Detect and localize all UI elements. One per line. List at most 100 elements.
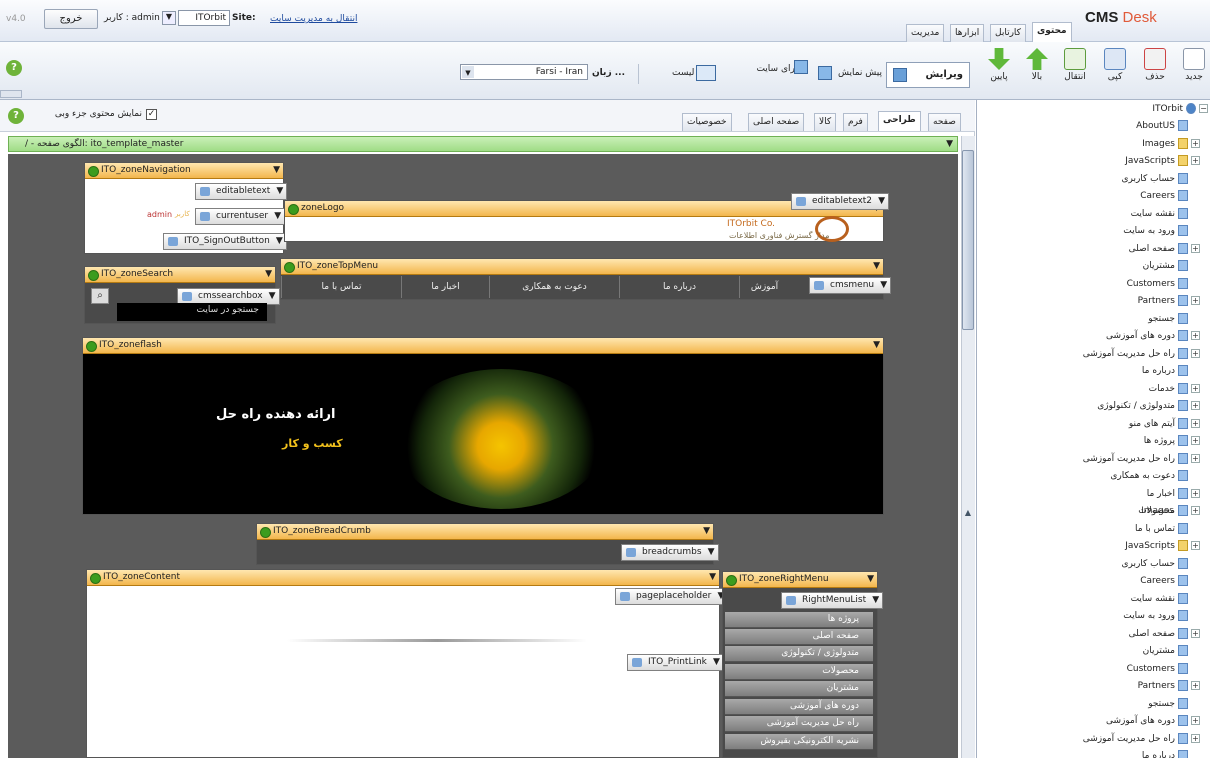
run-site-button[interactable]: اجرای سایت <box>752 60 808 74</box>
tree-node[interactable]: اخبار ما <box>1147 485 1188 503</box>
edit-button[interactable]: ویرایش <box>886 62 970 88</box>
tab-tools[interactable]: ابزارها <box>950 24 985 42</box>
preview-button[interactable]: پیش نمایش <box>818 66 882 80</box>
expand-icon[interactable]: + <box>1191 156 1200 165</box>
tree-node[interactable]: تماس با ما <box>1135 520 1188 538</box>
expand-icon[interactable]: + <box>1191 436 1200 445</box>
expand-icon[interactable]: + <box>1191 488 1200 498</box>
tab-product[interactable]: کالا <box>814 113 837 131</box>
tab-admin[interactable]: مدیریت <box>906 24 945 42</box>
search-icon[interactable]: ⌕ <box>91 288 109 304</box>
site-select[interactable]: ITOrbit <box>178 10 230 26</box>
tree-node[interactable]: راه حل مدیریت آموزشی <box>1083 730 1188 748</box>
expand-icon[interactable]: + <box>1191 733 1200 743</box>
tree-node[interactable]: Customers <box>1127 660 1188 678</box>
webpart-printlink[interactable]: ITO_PrintLink ▼ <box>627 654 724 671</box>
expand-icon[interactable]: + <box>1191 716 1200 725</box>
expand-icon[interactable]: + <box>1191 541 1200 550</box>
expand-icon[interactable]: + <box>1191 138 1200 148</box>
tab-design[interactable]: طراحی <box>878 111 921 131</box>
tree-node[interactable]: ورود به سایت <box>1123 607 1188 625</box>
expand-icon[interactable]: + <box>1191 331 1200 340</box>
tree-node[interactable]: درباره ما <box>1142 362 1188 380</box>
expand-icon[interactable]: + <box>1191 681 1200 690</box>
webpart-breadcrumbs[interactable]: breadcrumbs ▼ <box>621 544 719 561</box>
webpart-editabletext2[interactable]: editabletext2 ▼ <box>791 193 890 210</box>
tab-form[interactable]: فرم <box>843 113 868 131</box>
webpart-cmsmenu[interactable]: cmsmenu ▼ <box>809 277 892 294</box>
tree-node[interactable]: Customers <box>1127 275 1188 293</box>
new-button[interactable]: جدید <box>1180 48 1208 82</box>
right-menu-item[interactable]: نشریه الکترونیکی بقیروش <box>725 734 873 750</box>
tab-properties[interactable]: خصوصیات <box>682 113 732 131</box>
menu-item[interactable]: درباره ما <box>619 276 739 298</box>
webpart-currentuser[interactable]: currentuser ▼ <box>195 208 286 225</box>
logout-button[interactable]: خروج <box>44 9 98 29</box>
tree-node[interactable]: دوره های آموزشی <box>1106 712 1188 730</box>
user-dropdown-icon[interactable]: ▼ <box>162 11 176 25</box>
webpart-signout[interactable]: ITO_SignOutButton ▼ <box>163 233 287 250</box>
tree-root[interactable]: ITOrbit <box>1152 100 1196 118</box>
expand-icon[interactable]: + <box>1191 418 1200 428</box>
scroll-up-icon[interactable]: ▲ <box>962 508 974 520</box>
tree-node[interactable]: راه حل مدیریت آموزشی <box>1083 345 1188 363</box>
tree-node[interactable]: حساب کاربری <box>1121 170 1188 188</box>
webpart-editabletext[interactable]: editabletext ▼ <box>195 183 288 200</box>
expand-icon[interactable]: + <box>1191 628 1200 638</box>
tab-desk[interactable]: کارتابل <box>990 24 1026 42</box>
help-icon[interactable]: ? <box>6 60 22 76</box>
menu-item[interactable]: اخبار ما <box>401 276 489 298</box>
right-menu-item[interactable]: پروژه ها <box>725 612 873 628</box>
language-select[interactable]: Farsi - Iran ▼ <box>460 64 588 80</box>
tree-node[interactable]: مشتریان <box>1143 257 1188 275</box>
expand-icon[interactable]: + <box>1191 401 1200 410</box>
tree-node[interactable]: Careers <box>1140 572 1188 590</box>
help-icon[interactable]: ? <box>8 108 24 124</box>
goto-site-link[interactable]: انتقال به مدیریت سایت <box>270 14 357 24</box>
master-template-bar[interactable]: / - الگوی صفحه: ito_template_master ▼ <box>8 136 958 152</box>
tree-node[interactable]: دوره های آموزشی <box>1106 327 1188 345</box>
tree-node[interactable]: JavaScripts <box>1125 537 1188 555</box>
tree-node[interactable]: راه حل مدیریت آموزشی <box>1083 450 1188 468</box>
right-menu-item[interactable]: صفحه اصلی <box>725 629 873 645</box>
tree-node[interactable]: صفحه اصلی <box>1129 625 1188 643</box>
tree-node[interactable]: Careers <box>1140 187 1188 205</box>
menu-item[interactable]: تماس با ما <box>281 276 401 298</box>
tree-node[interactable]: صفحه اصلی <box>1129 240 1188 258</box>
tree-node[interactable]: پروژه ها <box>1144 432 1188 450</box>
right-menu-item[interactable]: مشتریان <box>725 681 873 697</box>
expand-icon[interactable]: + <box>1191 506 1200 515</box>
tree-node[interactable]: Partners <box>1138 292 1188 310</box>
zone-header[interactable]: ITO_zoneSearch ▼ <box>85 267 275 283</box>
expand-icon[interactable]: + <box>1191 243 1200 253</box>
up-button[interactable]: بالا <box>1022 48 1052 82</box>
right-menu-item[interactable]: دوره های آموزشی <box>725 699 873 715</box>
tree-node[interactable]: جستجو <box>1148 310 1188 328</box>
right-menu-item[interactable]: محصولات <box>725 664 873 680</box>
right-menu-item[interactable]: متدولوژی / تکنولوژی <box>725 646 873 662</box>
menu-item[interactable]: آموزش <box>739 276 789 298</box>
zone-header[interactable]: ITO_zoneRightMenu ▼ <box>723 572 877 588</box>
tree-node[interactable]: خدمات <box>1149 380 1188 398</box>
delete-button[interactable]: حذف <box>1140 48 1170 82</box>
tree-node[interactable]: Partners <box>1138 677 1188 695</box>
tree-node[interactable]: مشتریان <box>1143 642 1188 660</box>
tree-node[interactable]: Images <box>1142 135 1188 153</box>
tree-node[interactable]: حساب کاربری <box>1121 555 1188 573</box>
scrollbar-thumb[interactable] <box>962 150 974 330</box>
zone-header[interactable]: ITO_zoneContent ▼ <box>87 570 719 586</box>
zone-header[interactable]: ITO_zoneTopMenu ▼ <box>281 259 883 275</box>
expand-icon[interactable]: + <box>1191 453 1200 463</box>
move-button[interactable]: انتقال <box>1058 48 1092 82</box>
tree-node[interactable]: دعوت به همکاری <box>1110 467 1188 485</box>
chevron-down-icon[interactable]: ▼ <box>946 137 953 151</box>
search-input[interactable]: جستجو در سایت <box>117 303 267 321</box>
zone-header[interactable]: ITO_zoneBreadCrumb ▼ <box>257 524 713 540</box>
zone-header[interactable]: ITO_zoneflash ▼ <box>83 338 883 354</box>
tree-node[interactable]: متدولوژی / تکنولوژی <box>1097 397 1188 415</box>
copy-button[interactable]: کپی <box>1100 48 1130 82</box>
tree-node[interactable]: نقشه سایت <box>1131 590 1188 608</box>
expand-icon[interactable]: + <box>1191 383 1200 393</box>
tree-node[interactable]: نقشه سایت <box>1131 205 1188 223</box>
tree-node[interactable]: ورود به سایت <box>1123 222 1188 240</box>
